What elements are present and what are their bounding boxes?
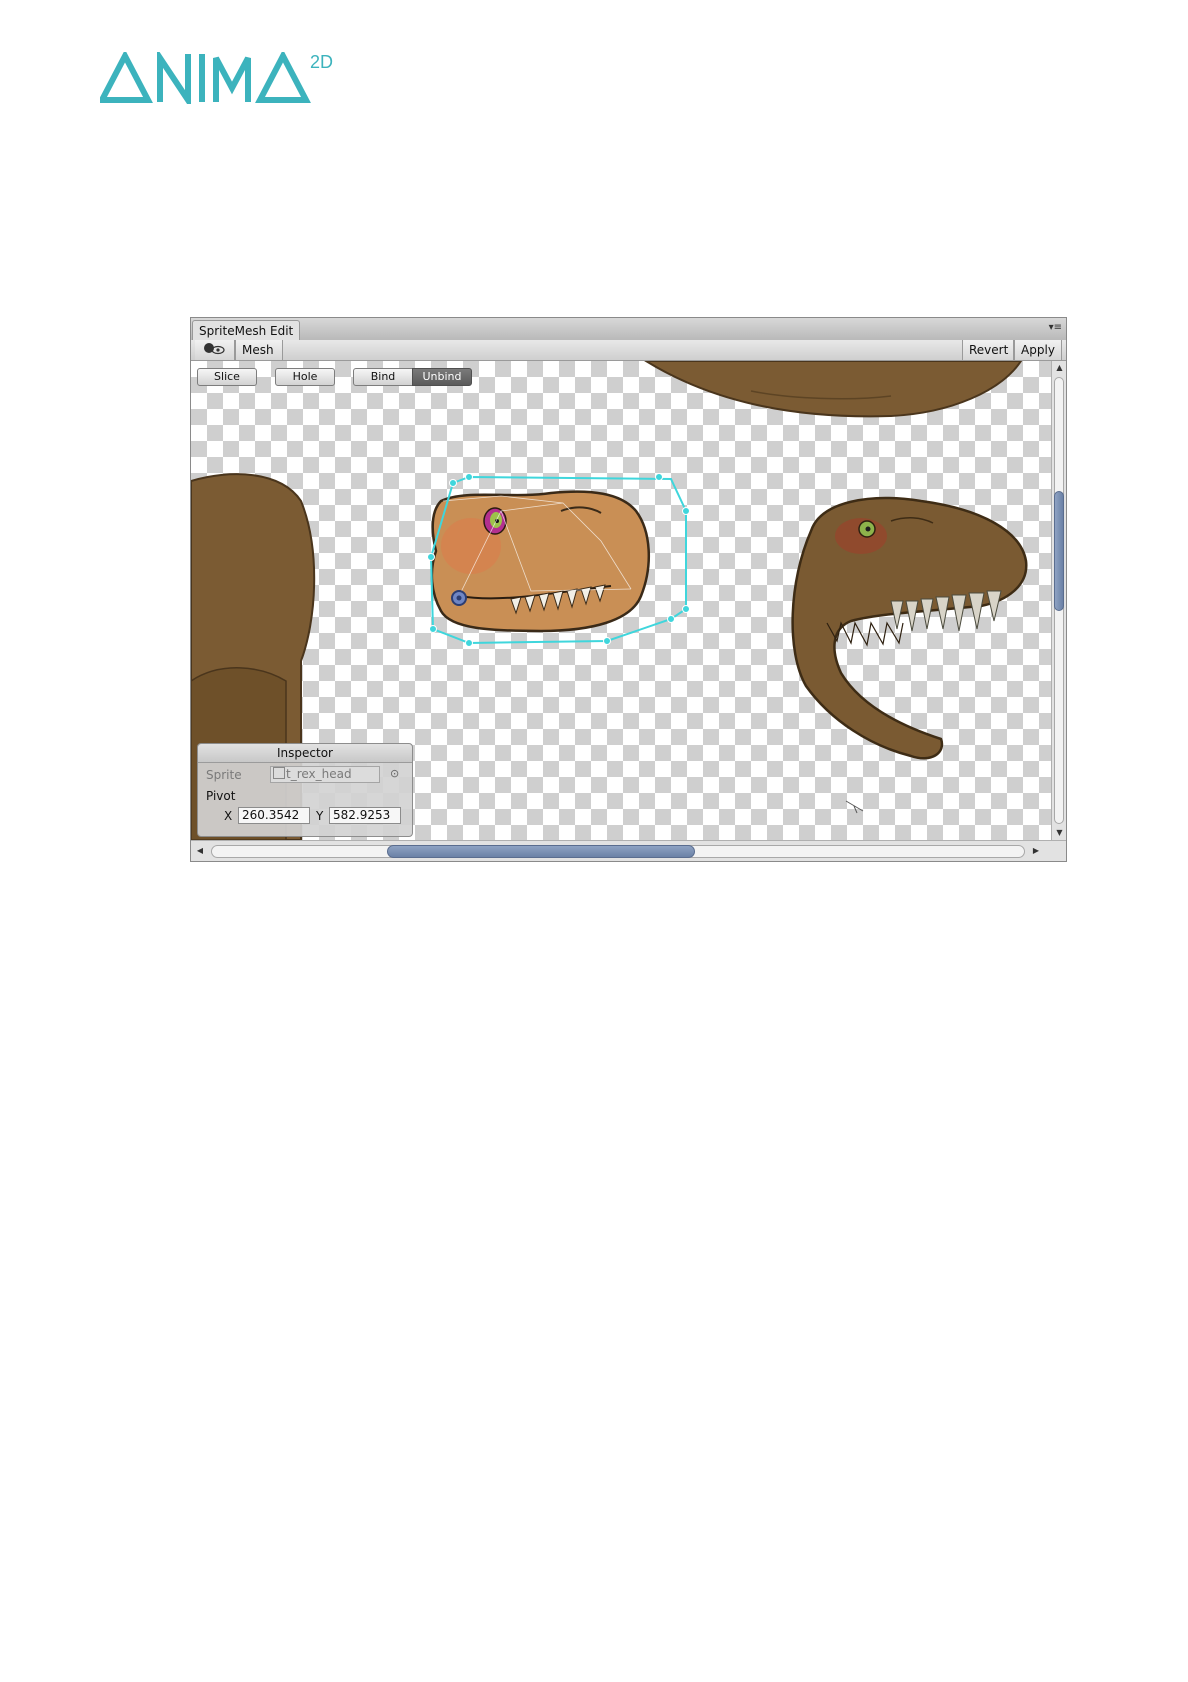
tab-spritemesh-editor[interactable]: SpriteMesh Edit: [192, 320, 301, 341]
pivot-handle[interactable]: [451, 590, 467, 606]
logo-superscript: 2D: [310, 52, 334, 72]
sprite-field: t_rex_head: [270, 766, 380, 783]
eye-toggle-button[interactable]: [195, 340, 235, 360]
t-rex-head-sprite: [427, 473, 690, 647]
pivot-x-field[interactable]: 260.3542: [238, 807, 310, 824]
unbind-button[interactable]: Unbind: [412, 368, 472, 386]
object-picker-icon[interactable]: ⊙: [390, 767, 399, 780]
sprite-label: Sprite: [206, 768, 242, 782]
horizontal-scroll-thumb[interactable]: [387, 845, 695, 858]
pivot-x-label: X: [224, 809, 233, 823]
sprite-asset-icon: [273, 767, 285, 779]
dino-body-top-sprite: [644, 361, 1023, 418]
scroll-right-arrow-icon[interactable]: ▶: [1029, 844, 1043, 858]
editor-toolbar: Mesh Revert Apply: [191, 340, 1066, 361]
vertical-scroll-thumb[interactable]: [1054, 491, 1064, 611]
pivot-y-field[interactable]: 582.9253: [329, 807, 401, 824]
revert-button[interactable]: Revert: [962, 340, 1014, 360]
mesh-viewport[interactable]: Slice Hole Bind Unbind Inspector Sprite …: [191, 361, 1051, 840]
horizontal-scrollbar[interactable]: ◀ ▶: [191, 840, 1066, 861]
spritemesh-editor-window: SpriteMesh Edit ▾≡ Mesh Revert Apply Sli…: [190, 317, 1067, 862]
window-menu-icon[interactable]: ▾≡: [1049, 322, 1062, 333]
window-tabbar: SpriteMesh Edit ▾≡: [191, 318, 1066, 341]
anima2d-logo: 2D: [100, 52, 340, 104]
anima-logo-glyphs: [100, 52, 311, 104]
pivot-y-label: Y: [316, 809, 324, 823]
apply-button[interactable]: Apply: [1014, 340, 1062, 360]
slice-button[interactable]: Slice: [197, 368, 257, 386]
pivot-label: Pivot: [206, 789, 236, 803]
scroll-down-arrow-icon[interactable]: ▼: [1054, 826, 1065, 840]
inspector-title[interactable]: Inspector: [198, 744, 412, 763]
mesh-tab-button[interactable]: Mesh: [235, 340, 283, 360]
scroll-left-arrow-icon[interactable]: ◀: [193, 844, 207, 858]
scroll-up-arrow-icon[interactable]: ▲: [1054, 361, 1065, 375]
vertical-scrollbar[interactable]: ▲ ▼: [1051, 361, 1066, 840]
bind-button[interactable]: Bind: [353, 368, 413, 386]
inspector-panel: Inspector Sprite t_rex_head ⊙ Pivot X 26…: [197, 743, 413, 837]
sprite-field-value: t_rex_head: [286, 767, 352, 781]
hole-button[interactable]: Hole: [275, 368, 335, 386]
eye-toggle-icon: [204, 343, 225, 355]
dino-head-open-sprite: [791, 496, 1028, 760]
